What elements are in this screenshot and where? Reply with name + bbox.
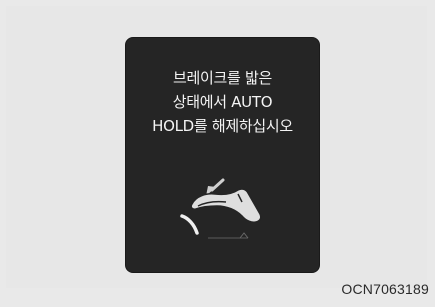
message-line-2: 상태에서 AUTO (172, 93, 273, 111)
pedal-arc-icon (180, 214, 199, 235)
brake-pedal-press-icon (180, 178, 262, 239)
message-line-1: 브레이크를 밟은 (173, 69, 272, 87)
message-line-3: HOLD를 해제하십시오 (152, 117, 293, 135)
shoe-icon (190, 188, 262, 223)
cluster-display: 브레이크를 밟은 상태에서 AUTO HOLD를 해제하십시오 (126, 38, 319, 272)
warning-message: 브레이크를 밟은 상태에서 AUTO HOLD를 해제하십시오 (126, 66, 319, 138)
floor-line-icon (208, 232, 249, 239)
figure-code: OCN7063189 (341, 281, 429, 297)
